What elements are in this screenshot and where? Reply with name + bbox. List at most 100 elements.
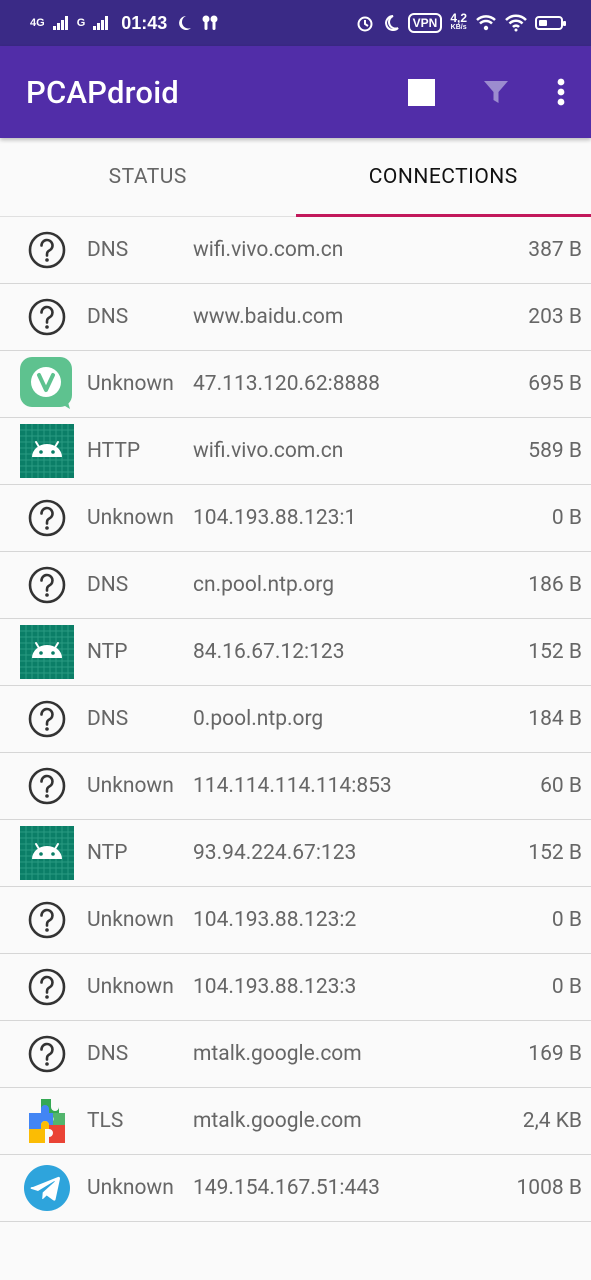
- connection-row[interactable]: Unknown 114.114.114.114:853 60 B: [0, 753, 591, 820]
- connection-protocol: DNS: [87, 707, 129, 731]
- stop-capture-button[interactable]: [408, 78, 435, 106]
- more-vert-icon: [557, 78, 565, 106]
- connection-protocol: Unknown: [87, 908, 174, 932]
- connection-host: 93.94.224.67:123: [193, 841, 357, 865]
- vpn-badge: VPN: [407, 13, 443, 33]
- app-title: PCAPdroid: [26, 73, 179, 111]
- network-speed-unit: KB/s: [450, 24, 467, 31]
- connection-protocol: NTP: [87, 841, 128, 865]
- connection-size: 0 B: [551, 506, 582, 530]
- connection-size: 1008 B: [516, 1176, 582, 1200]
- wifi-icon: [505, 14, 527, 32]
- connection-host: cn.pool.ntp.org: [193, 573, 335, 597]
- unknown-app-icon: [20, 558, 74, 612]
- unknown-app-icon: [20, 960, 74, 1014]
- more-options-button[interactable]: [557, 78, 565, 106]
- connection-row[interactable]: DNS cn.pool.ntp.org 186 B: [0, 552, 591, 619]
- connection-protocol: DNS: [87, 1042, 129, 1066]
- connection-size: 695 B: [528, 372, 582, 396]
- network-4g-indicator: 4G: [30, 16, 45, 29]
- connection-host: 84.16.67.12:123: [193, 640, 345, 664]
- google-play-services-icon: [20, 1094, 74, 1148]
- connection-size: 2,4 KB: [522, 1109, 582, 1133]
- connection-row[interactable]: DNS 0.pool.ntp.org 184 B: [0, 686, 591, 753]
- alarm-icon: [357, 16, 373, 32]
- connection-host: www.baidu.com: [193, 305, 344, 329]
- earbuds-icon: [202, 15, 218, 30]
- connection-row[interactable]: NTP 93.94.224.67:123 152 B: [0, 820, 591, 887]
- connection-size: 0 B: [551, 975, 582, 999]
- android-system-icon: [20, 424, 74, 478]
- android-system-icon: [20, 625, 74, 679]
- status-bar-left: 4G G 01:43: [30, 13, 219, 34]
- unknown-app-icon: [20, 491, 74, 545]
- moon-icon: [384, 15, 399, 31]
- connection-protocol: TLS: [87, 1109, 124, 1133]
- status-bar-right: VPN 4,2 KB/s: [356, 11, 566, 33]
- connection-protocol: DNS: [87, 305, 129, 329]
- connection-protocol: Unknown: [87, 1176, 174, 1200]
- connection-host: wifi.vivo.com.cn: [193, 439, 344, 463]
- connection-size: 589 B: [528, 439, 582, 463]
- connection-size: 184 B: [528, 707, 582, 731]
- connection-size: 186 B: [528, 573, 582, 597]
- filter-button[interactable]: [483, 79, 509, 105]
- unknown-app-icon: [20, 692, 74, 746]
- connection-host: 104.193.88.123:2: [193, 908, 357, 932]
- connection-host: 104.193.88.123:3: [193, 975, 357, 999]
- connection-host: mtalk.google.com: [193, 1042, 362, 1066]
- status-bar: 4G G 01:43 VPN 4,2 KB/s: [0, 0, 591, 46]
- connection-size: 152 B: [528, 841, 582, 865]
- connection-host: 104.193.88.123:1: [193, 506, 357, 530]
- connection-protocol: DNS: [87, 238, 129, 262]
- connection-row[interactable]: Unknown 104.193.88.123:1 0 B: [0, 485, 591, 552]
- signal-icon: [93, 16, 109, 30]
- connection-size: 60 B: [540, 774, 582, 798]
- connection-size: 203 B: [528, 305, 582, 329]
- connections-list: DNS wifi.vivo.com.cn 387 B DNS www.baidu.co…: [0, 217, 591, 1222]
- app-bar: PCAPdroid: [0, 46, 591, 138]
- connection-host: mtalk.google.com: [193, 1109, 362, 1133]
- connection-row[interactable]: DNS mtalk.google.com 169 B: [0, 1021, 591, 1088]
- network-g-indicator: G: [76, 16, 86, 29]
- clock: 01:43: [121, 12, 168, 33]
- connection-protocol: HTTP: [87, 439, 141, 463]
- tab-bar: STATUS CONNECTIONS: [0, 138, 591, 217]
- connection-host: 0.pool.ntp.org: [193, 707, 324, 731]
- connection-row[interactable]: Unknown 47.113.120.62:8888 695 B: [0, 351, 591, 418]
- connection-protocol: NTP: [87, 640, 128, 664]
- signal-icon: [52, 16, 68, 30]
- moon-icon: [179, 16, 192, 30]
- connection-protocol: Unknown: [87, 506, 174, 530]
- unknown-app-icon: [20, 1027, 74, 1081]
- tab-connections[interactable]: CONNECTIONS: [295, 138, 591, 217]
- connection-protocol: Unknown: [87, 774, 174, 798]
- connection-protocol: Unknown: [87, 975, 174, 999]
- connection-protocol: DNS: [87, 573, 129, 597]
- android-system-icon: [20, 826, 74, 880]
- connection-host: 47.113.120.62:8888: [193, 372, 380, 396]
- connection-row[interactable]: Unknown 104.193.88.123:2 0 B: [0, 887, 591, 954]
- connection-row[interactable]: Unknown 104.193.88.123:3 0 B: [0, 954, 591, 1021]
- connection-host: wifi.vivo.com.cn: [193, 238, 344, 262]
- connection-row[interactable]: TLS mtalk.google.com 2,4 KB: [0, 1088, 591, 1155]
- app-bar-actions: [408, 78, 565, 106]
- network-speed-value: 4,2: [450, 11, 467, 25]
- connection-host: 114.114.114.114:853: [193, 774, 392, 798]
- connection-row[interactable]: Unknown 149.154.167.51:443 1008 B: [0, 1155, 591, 1222]
- wifi-arrows-icon: [476, 15, 496, 31]
- filter-icon: [484, 81, 508, 103]
- connection-size: 0 B: [551, 908, 582, 932]
- connection-host: 149.154.167.51:443: [193, 1176, 380, 1200]
- tab-status[interactable]: STATUS: [0, 138, 296, 216]
- battery-icon: [535, 16, 566, 30]
- connection-size: 152 B: [528, 640, 582, 664]
- unknown-app-icon: [20, 893, 74, 947]
- telegram-icon: [20, 1161, 74, 1215]
- connection-row[interactable]: HTTP wifi.vivo.com.cn 589 B: [0, 418, 591, 485]
- connection-row[interactable]: NTP 84.16.67.12:123 152 B: [0, 619, 591, 686]
- unknown-app-icon: [20, 759, 74, 813]
- connection-row[interactable]: DNS www.baidu.com 203 B: [0, 284, 591, 351]
- unknown-app-icon: [20, 223, 74, 277]
- connection-row[interactable]: DNS wifi.vivo.com.cn 387 B: [0, 217, 591, 284]
